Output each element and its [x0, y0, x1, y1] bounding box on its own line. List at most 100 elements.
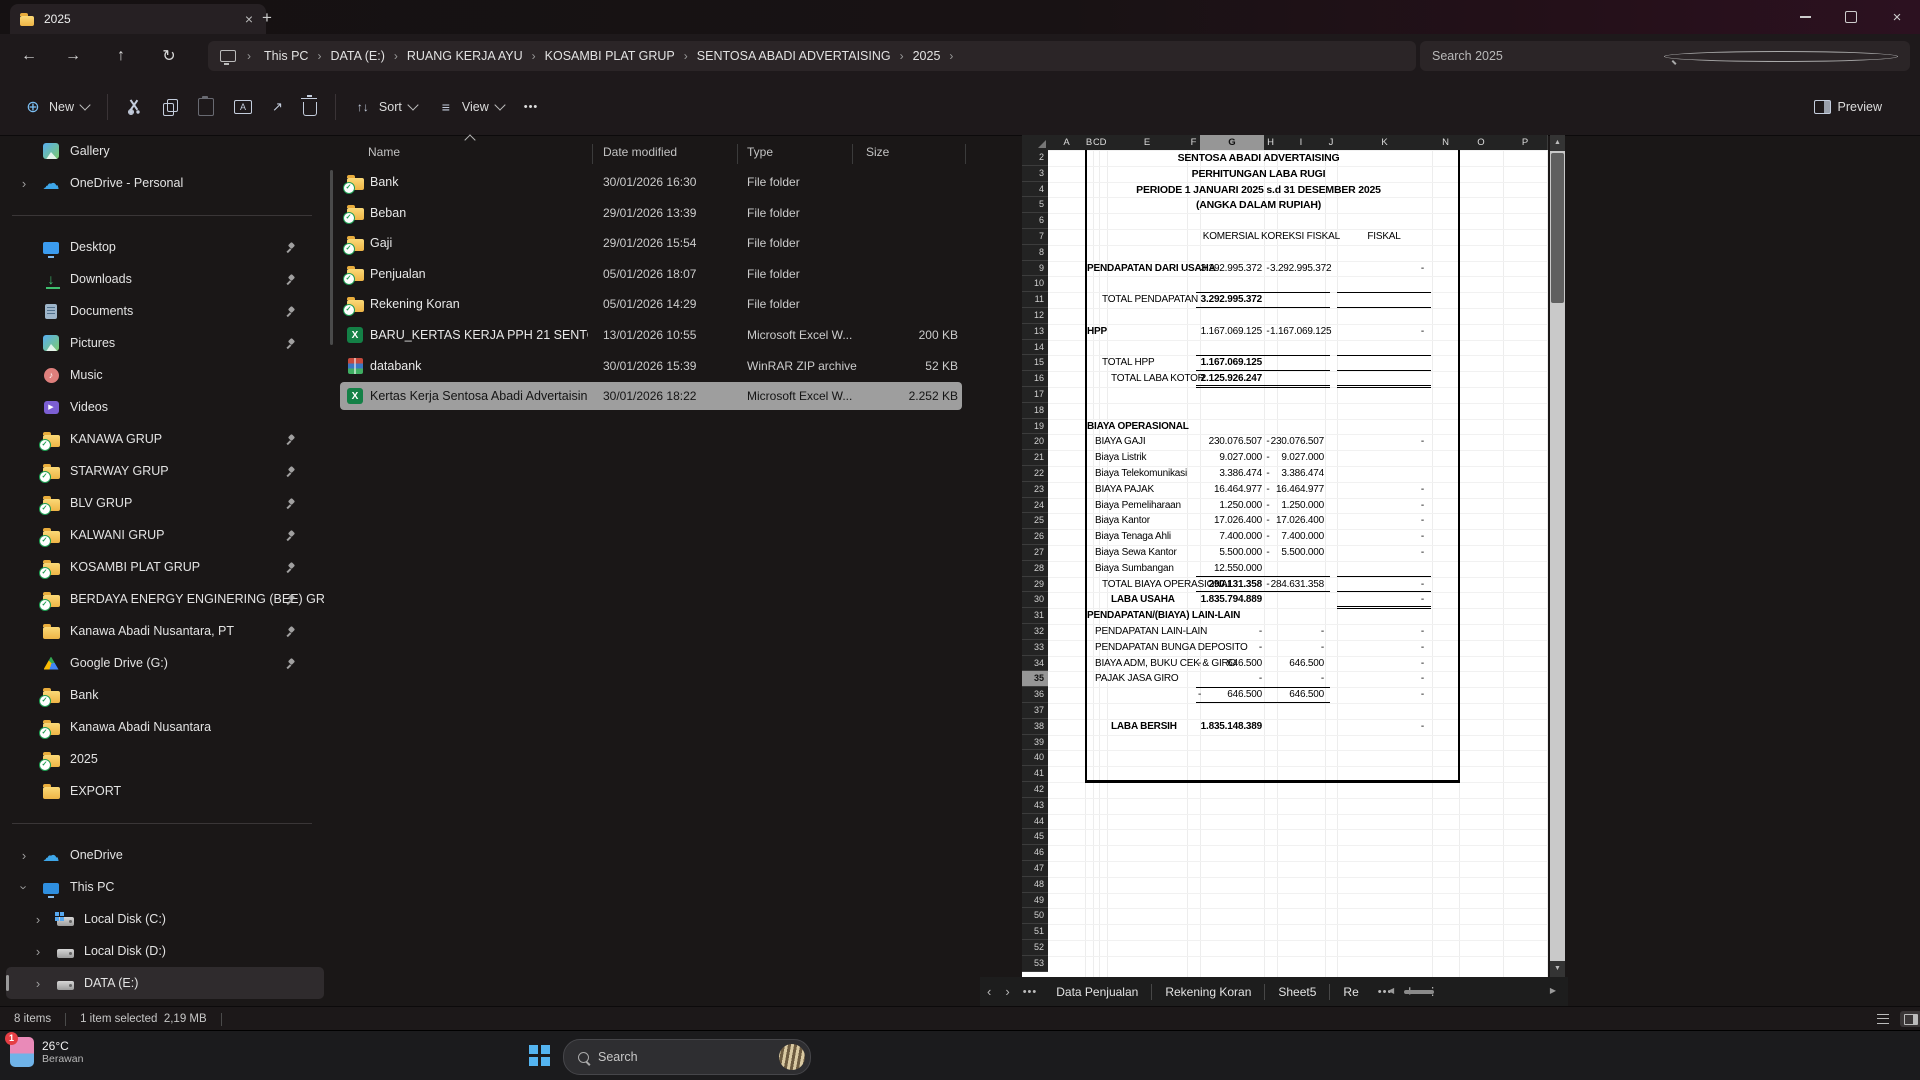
column-header-date[interactable]: Date modified	[603, 145, 677, 159]
sidebar-item-data-e[interactable]: ›DATA (E:)	[6, 967, 324, 999]
row-header-22[interactable]: 22	[1022, 466, 1048, 482]
row-header-33[interactable]: 33	[1022, 640, 1048, 656]
column-header-A[interactable]: A	[1048, 135, 1086, 150]
sidebar-item-kanawa-abadi-nusantara[interactable]: Kanawa Abadi Nusantara	[6, 711, 324, 743]
sidebar-item-bank[interactable]: Bank	[6, 679, 324, 711]
column-header-type[interactable]: Type	[747, 145, 773, 159]
sheet-tab-rekening-koran[interactable]: Rekening Koran	[1152, 977, 1264, 1006]
row-header-27[interactable]: 27	[1022, 545, 1048, 561]
breadcrumb-item[interactable]: KOSAMBI PLAT GRUP	[537, 46, 683, 66]
scroll-up-icon[interactable]: ▲	[1550, 135, 1565, 151]
sidebar-item-berdaya-energy-enginering-bee-grup[interactable]: BERDAYA ENERGY ENGINERING (BEE) GRUP	[6, 583, 324, 615]
delete-button[interactable]	[293, 90, 327, 124]
sidebar-item-this-pc[interactable]: ›This PC	[6, 871, 324, 903]
sheet-tab-sheet5[interactable]: Sheet5	[1265, 977, 1329, 1006]
sheet-more-icon[interactable]: •••	[1372, 986, 1399, 998]
row-header-41[interactable]: 41	[1022, 766, 1048, 782]
sidebar-item-desktop[interactable]: Desktop	[6, 231, 324, 263]
sidebar-item-kanawa-grup[interactable]: KANAWA GRUP	[6, 423, 324, 455]
row-header-53[interactable]: 53	[1022, 956, 1048, 972]
column-header-E[interactable]: E	[1107, 135, 1188, 150]
column-header-size[interactable]: Size	[866, 145, 889, 159]
chevron-right-icon[interactable]: ›	[30, 944, 46, 959]
sidebar-item-music[interactable]: ♪Music	[6, 359, 324, 391]
chevron-right-icon[interactable]: ›	[30, 976, 46, 991]
row-header-4[interactable]: 4	[1022, 182, 1048, 198]
row-header-42[interactable]: 42	[1022, 782, 1048, 798]
view-button[interactable]: ≡ View	[427, 90, 514, 124]
row-header-25[interactable]: 25	[1022, 513, 1048, 529]
sidebar-item-pictures[interactable]: Pictures	[6, 327, 324, 359]
row-header-47[interactable]: 47	[1022, 861, 1048, 877]
scroll-down-icon[interactable]: ▼	[1550, 961, 1565, 977]
sidebar-item-local-disk-d[interactable]: ›Local Disk (D:)	[6, 935, 324, 967]
back-button[interactable]: ←	[14, 42, 44, 70]
breadcrumb-item[interactable]: 2025	[905, 46, 949, 66]
sort-button[interactable]: ↑↓ Sort	[344, 90, 427, 124]
row-header-2[interactable]: 2	[1022, 150, 1048, 166]
breadcrumb-item[interactable]: RUANG KERJA AYU	[399, 46, 531, 66]
sheet-prev-icon[interactable]: ‹	[980, 984, 998, 999]
chevron-right-icon[interactable]: ›	[16, 176, 32, 191]
maximize-button[interactable]	[1828, 0, 1874, 34]
copy-button[interactable]	[152, 91, 188, 123]
breadcrumb-item[interactable]: SENTOSA ABADI ADVERTAISING	[689, 46, 899, 66]
file-row[interactable]: databank30/01/2026 15:39WinRAR ZIP archi…	[340, 352, 962, 380]
row-header-23[interactable]: 23	[1022, 482, 1048, 498]
sheet-list-icon[interactable]: •••	[1017, 986, 1044, 998]
row-header-39[interactable]: 39	[1022, 735, 1048, 751]
row-header-15[interactable]: 15	[1022, 355, 1048, 371]
sidebar-item-onedrive[interactable]: ›☁OneDrive	[6, 839, 324, 871]
column-resizer[interactable]	[965, 144, 966, 164]
row-header-35[interactable]: 35	[1022, 671, 1048, 687]
row-header-6[interactable]: 6	[1022, 213, 1048, 229]
row-header-52[interactable]: 52	[1022, 940, 1048, 956]
minimize-button[interactable]	[1782, 0, 1828, 34]
search-input[interactable]: Search 2025	[1420, 41, 1910, 71]
sidebar-item-starway-grup[interactable]: STARWAY GRUP	[6, 455, 324, 487]
cut-button[interactable]	[116, 91, 152, 123]
file-row[interactable]: Rekening Koran05/01/2026 14:29File folde…	[340, 290, 962, 318]
row-header-13[interactable]: 13	[1022, 324, 1048, 340]
row-header-50[interactable]: 50	[1022, 908, 1048, 924]
row-header-28[interactable]: 28	[1022, 561, 1048, 577]
column-header-N[interactable]: N	[1432, 135, 1460, 150]
sheet-tab-data-penjualan[interactable]: Data Penjualan	[1043, 977, 1151, 1006]
preview-toggle-button[interactable]: Preview	[1804, 92, 1892, 122]
sidebar-item-local-disk-c[interactable]: ›Local Disk (C:)	[6, 903, 324, 935]
row-header-31[interactable]: 31	[1022, 608, 1048, 624]
row-header-26[interactable]: 26	[1022, 529, 1048, 545]
row-header-17[interactable]: 17	[1022, 387, 1048, 403]
column-header-P[interactable]: P	[1503, 135, 1548, 150]
row-header-18[interactable]: 18	[1022, 403, 1048, 419]
row-header-44[interactable]: 44	[1022, 814, 1048, 830]
window-tab[interactable]: 2025 ×	[10, 4, 266, 34]
row-header-45[interactable]: 45	[1022, 829, 1048, 845]
row-header-7[interactable]: 7	[1022, 229, 1048, 245]
chevron-right-icon[interactable]: ›	[16, 848, 32, 863]
file-row[interactable]: Bank30/01/2026 16:30File folder	[340, 168, 962, 196]
row-header-10[interactable]: 10	[1022, 276, 1048, 292]
breadcrumb-item[interactable]: DATA (E:)	[322, 46, 392, 66]
forward-button[interactable]: →	[58, 42, 88, 70]
row-header-19[interactable]: 19	[1022, 419, 1048, 435]
new-button[interactable]: ⊕ New	[14, 90, 99, 124]
row-header-12[interactable]: 12	[1022, 308, 1048, 324]
column-resizer[interactable]	[852, 144, 853, 164]
scrollbar-thumb[interactable]	[1551, 153, 1564, 303]
taskbar-search[interactable]: Search	[563, 1039, 811, 1075]
paste-button[interactable]	[188, 90, 224, 124]
more-options-button[interactable]: •••	[514, 93, 549, 121]
sidebar-item-documents[interactable]: Documents	[6, 295, 324, 327]
sidebar-item-blv-grup[interactable]: BLV GRUP	[6, 487, 324, 519]
column-header-F[interactable]: F	[1187, 135, 1201, 150]
sidebar-item-2025[interactable]: 2025	[6, 743, 324, 775]
row-header-38[interactable]: 38	[1022, 719, 1048, 735]
sheet-next-icon[interactable]: ›	[998, 984, 1016, 999]
sidebar-item-kalwani-grup[interactable]: KALWANI GRUP	[6, 519, 324, 551]
hscroll-left-icon[interactable]: ◀	[1388, 986, 1394, 995]
sidebar-item-onedrive-personal[interactable]: ›☁OneDrive - Personal	[6, 167, 324, 199]
refresh-button[interactable]: ↻	[154, 42, 184, 70]
row-header-20[interactable]: 20	[1022, 434, 1048, 450]
row-header-29[interactable]: 29	[1022, 577, 1048, 593]
